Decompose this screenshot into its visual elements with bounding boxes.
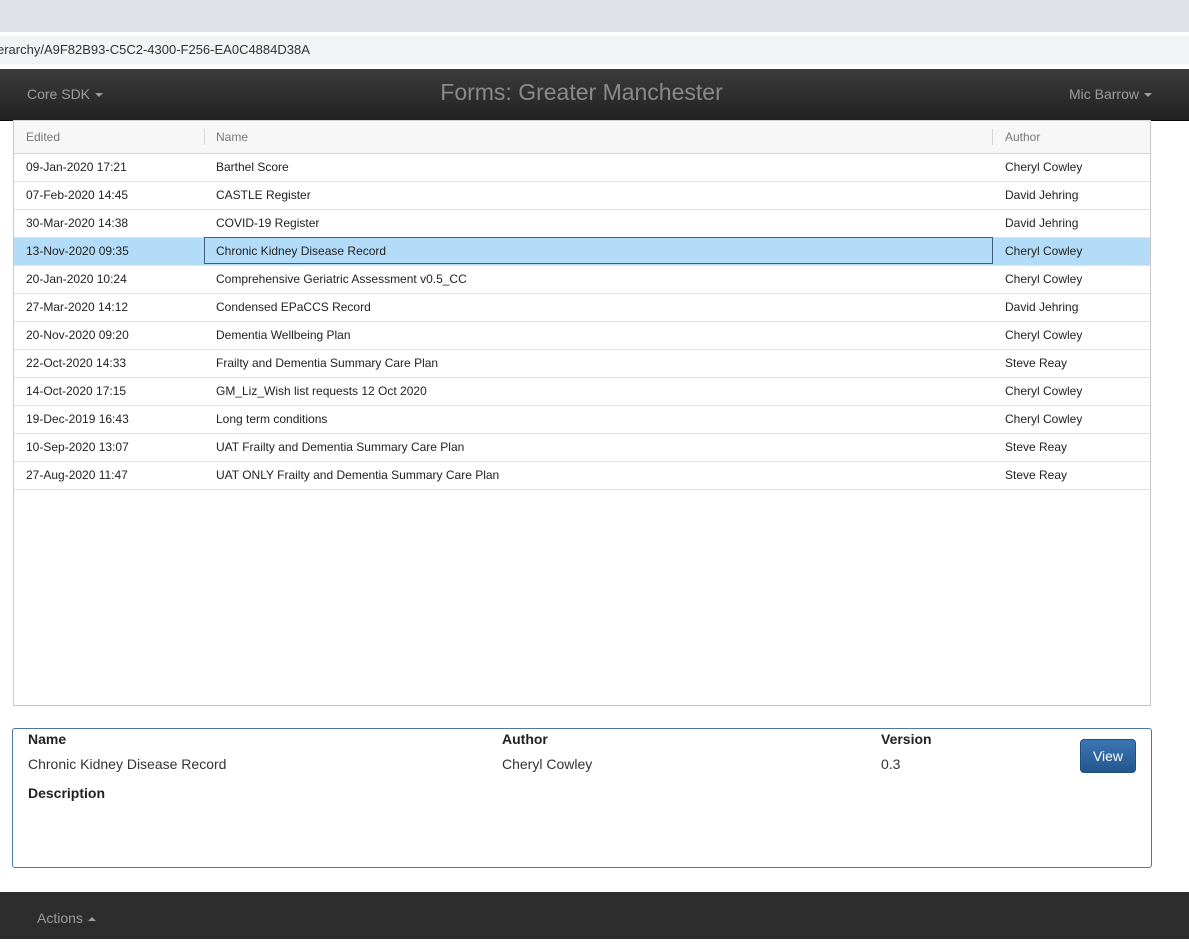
table-body: 09-Jan-2020 17:21 Barthel Score Cheryl Cow… [14,154,1150,490]
table-row[interactable]: 27-Aug-2020 11:47 UAT ONLY Frailty and De… [14,462,1150,490]
column-header-edited[interactable]: Edited [26,121,60,153]
details-author-value: Cheryl Cowley [502,756,593,772]
details-description-label: Description [28,785,106,801]
cell-edited: 07-Feb-2020 14:45 [26,188,129,202]
cell-name: Long term conditions [216,412,328,426]
form-details-panel: Name Chronic Kidney Disease Record Autho… [12,728,1152,868]
details-version-label: Version [881,731,932,747]
cell-author: Cheryl Cowley [1005,272,1083,286]
actions-menu[interactable]: Actions [37,892,96,939]
top-navbar: Core SDK Forms: Greater Manchester Mic B… [0,69,1189,121]
table-row[interactable]: 14-Oct-2020 17:15 GM_Liz_Wish list reques… [14,378,1150,406]
column-header-author[interactable]: Author [1005,121,1040,153]
details-version-value: 0.3 [881,756,901,772]
column-divider[interactable] [992,129,993,145]
view-button[interactable]: View [1080,739,1136,773]
cell-author: Steve Reay [1005,468,1068,482]
forms-table: Edited Name Author 09-Jan-2020 17:21 Bart… [13,120,1151,706]
column-header-name[interactable]: Name [216,121,248,153]
address-bar-url: erarchy/A9F82B93-C5C2-4300-F256-EA0C4884… [0,42,310,57]
cell-edited: 27-Mar-2020 14:12 [26,300,129,314]
cell-edited: 20-Jan-2020 10:24 [26,272,127,286]
cell-author: David Jehring [1005,188,1079,202]
cell-author: Cheryl Cowley [1005,244,1083,258]
cell-name: CASTLE Register [216,188,311,202]
bottom-toolbar: Actions [0,892,1189,939]
cell-author: Cheryl Cowley [1005,328,1083,342]
cell-author: Steve Reay [1005,440,1068,454]
cell-author: Cheryl Cowley [1005,412,1083,426]
cell-name: Condensed EPaCCS Record [216,300,371,314]
cell-name: Dementia Wellbeing Plan [216,328,351,342]
cell-name: Barthel Score [216,160,289,174]
table-row[interactable]: 19-Dec-2019 16:43 Long term conditions Che… [14,406,1150,434]
table-header: Edited Name Author [14,120,1150,154]
cell-name: UAT ONLY Frailty and Dementia Summary Ca… [216,468,500,482]
cell-edited: 20-Nov-2020 09:20 [26,328,129,342]
table-row-selected[interactable]: 13-Nov-2020 09:35 Chronic Kidney Disease … [14,237,1150,266]
page-title: Forms: Greater Manchester [440,79,723,105]
cell-author: Cheryl Cowley [1005,384,1083,398]
cell-name: UAT Frailty and Dementia Summary Care Pl… [216,440,465,454]
cell-edited: 13-Nov-2020 09:35 [26,244,129,258]
address-bar[interactable]: erarchy/A9F82B93-C5C2-4300-F256-EA0C4884… [0,36,1189,64]
caret-up-icon [87,917,96,922]
cell-author: David Jehring [1005,300,1079,314]
cell-edited: 27-Aug-2020 11:47 [26,468,128,482]
table-row[interactable]: 22-Oct-2020 14:33 Frailty and Dementia Su… [14,350,1150,378]
cell-edited: 09-Jan-2020 17:21 [26,160,127,174]
table-row[interactable]: 10-Sep-2020 13:07 UAT Frailty and Dementi… [14,434,1150,462]
table-row[interactable]: 27-Mar-2020 14:12 Condensed EPaCCS Record… [14,294,1150,322]
browser-tab-strip [0,0,1189,32]
cell-author: David Jehring [1005,216,1079,230]
cell-author: Cheryl Cowley [1005,160,1083,174]
cell-edited: 14-Oct-2020 17:15 [26,384,127,398]
details-name-value: Chronic Kidney Disease Record [28,756,227,772]
table-row[interactable]: 09-Jan-2020 17:21 Barthel Score Cheryl Cow… [14,154,1150,182]
column-divider[interactable] [204,129,205,145]
user-menu-label: Mic Barrow [1068,86,1139,102]
cell-author: Steve Reay [1005,356,1068,370]
details-name-label: Name [28,731,67,747]
cell-edited: 22-Oct-2020 14:33 [26,356,127,370]
table-row[interactable]: 20-Nov-2020 09:20 Dementia Wellbeing Plan… [14,322,1150,350]
details-author-label: Author [502,731,548,747]
table-row[interactable]: 07-Feb-2020 14:45 CASTLE Register David Je… [14,182,1150,210]
cell-name: GM_Liz_Wish list requests 12 Oct 2020 [216,384,427,398]
cell-name: Frailty and Dementia Summary Care Plan [216,356,439,370]
focused-cell-outline [204,237,993,264]
cell-name: COVID-19 Register [216,216,320,230]
actions-menu-label: Actions [37,910,83,926]
cell-edited: 10-Sep-2020 13:07 [26,440,129,454]
cell-edited: 19-Dec-2019 16:43 [26,412,129,426]
cell-edited: 30-Mar-2020 14:38 [26,216,129,230]
caret-down-icon [1144,93,1152,98]
cell-name: Comprehensive Geriatric Assessment v0.5_… [216,272,467,286]
table-row[interactable]: 30-Mar-2020 14:38 COVID-19 Register David … [14,210,1150,238]
user-menu[interactable]: Mic Barrow [1069,69,1152,120]
table-row[interactable]: 20-Jan-2020 10:24 Comprehensive Geriatric… [14,266,1150,294]
